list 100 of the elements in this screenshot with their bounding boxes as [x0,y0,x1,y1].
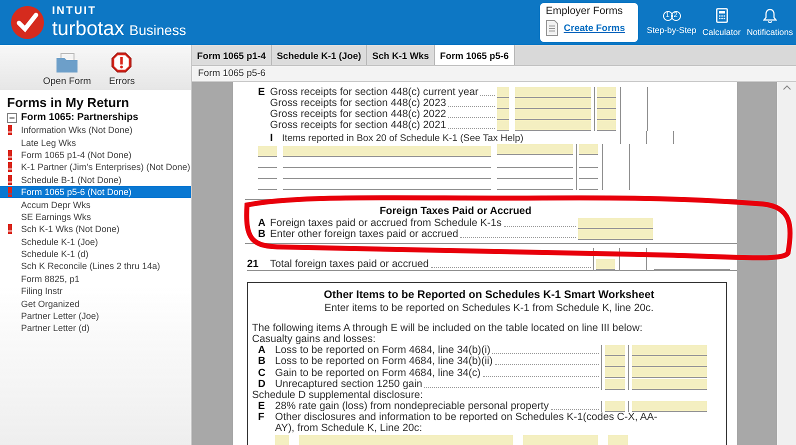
tree-item[interactable]: Partner Letter (d) [0,322,191,335]
entry-field[interactable] [579,144,598,155]
tree-item[interactable]: Information Wks (Not Done) [0,124,191,136]
entry-field[interactable] [497,120,509,131]
line-text: Loss to be reported on Form 4684, line 34(b)(i) [275,345,490,356]
entry-field[interactable] [515,120,591,131]
line-text: Total foreign taxes paid or accrued [270,259,429,270]
entry-field[interactable] [597,87,616,98]
collapse-icon[interactable] [7,113,17,123]
tree-item[interactable]: SE Earnings Wks [0,210,191,224]
section-title: Foreign Taxes Paid or Accrued [378,206,532,217]
entry-field[interactable] [578,229,653,240]
line-text: Gross receipts for section 448(c) 2022 [270,109,446,120]
notifications-bell-icon [762,8,777,23]
tree-item[interactable]: Partner Letter (Joe) [0,310,191,322]
tree-item[interactable]: Late Leg Wks [0,136,191,149]
line-letter: F [258,412,266,423]
line-text: Gross receipts for section 448(c) 2021 [270,120,446,131]
line-text: Items reported in Box 20 of Schedule K-1 (See Tax Help) [282,133,524,144]
entry-field[interactable] [578,218,653,229]
line-letter: B [258,229,267,240]
open-form-button[interactable]: Open Form [41,45,94,90]
line-text: Gross receipts for section 448(c) 2023 [270,98,446,109]
tree-item[interactable]: Schedule B-1 (Not Done) [0,174,191,186]
tree-group-label[interactable]: Form 1065: Partnerships [21,112,138,124]
tab[interactable]: Form 1065 p5-6 [434,45,515,65]
card-title: Employer Forms [546,5,624,17]
product-name: turbotax [52,19,124,39]
tree-item[interactable]: Form 8825, p1 [0,272,191,286]
notifications-button[interactable]: Notifications [744,4,796,42]
tree-item[interactable]: K-1 Partner (Jim's Enterprises) (Not Done) [0,161,191,174]
tree-item[interactable]: Schedule K-1 (Joe) [0,236,191,248]
scrollbar[interactable] [777,82,796,445]
tree-item[interactable]: Sch K-1 Wks (Not Done) [0,223,191,236]
entry-field[interactable] [497,87,509,98]
line-text: Enter other foreign taxes paid or accrued [270,229,458,240]
line-letter: E [258,87,266,98]
line-letter: C [258,368,267,379]
entry-field[interactable] [497,98,509,109]
entry-field[interactable] [299,434,513,445]
line-letter: D [258,378,267,390]
entry-field[interactable] [283,146,491,157]
error-octagon-icon [111,52,132,73]
entry-field[interactable] [275,434,289,445]
errors-button[interactable]: Errors [107,45,137,90]
entry-field[interactable] [605,400,625,412]
edition-name: Business [129,23,186,37]
entry-field[interactable] [597,120,616,131]
worksheet-title: Other Items to be Reported on Schedules K-1 Smart Worksheet [322,289,656,302]
entry-field[interactable] [515,98,591,109]
line-letter: E [258,400,266,412]
tree-item[interactable]: Sch K Reconcile (Lines 2 thru 14a) [0,260,191,273]
line-letter: A [258,345,267,356]
sidebar-title: Forms in My Return [7,95,130,110]
tree-item[interactable]: Schedule K-1 (d) [0,248,191,260]
line-letter: I [270,133,274,144]
entry-field[interactable] [497,109,509,120]
breadcrumb: Form 1065 p5-6 [192,66,796,82]
group-heading: Casualty gains and losses: [252,334,377,345]
entry-field[interactable] [605,367,625,378]
entry-field[interactable] [632,356,707,368]
tree-item[interactable]: Form 1065 p1-4 (Not Done) [0,148,191,162]
entry-field[interactable] [515,109,591,120]
entry-field[interactable] [597,98,616,109]
entry-field[interactable] [597,109,616,120]
calculator-button[interactable]: Calculator [699,4,744,42]
line-letter: B [258,356,267,368]
entry-field[interactable] [632,367,707,378]
entry-field[interactable] [258,146,277,157]
entry-field[interactable] [608,434,628,445]
document-icon [546,20,558,36]
brand-name: INTUIT [52,6,98,17]
line-text: Foreign taxes paid or accrued from Schedule K-1s [270,218,502,229]
tree-item[interactable]: Get Organized [0,297,191,310]
line-letter: A [258,218,267,229]
entry-field[interactable] [632,378,707,390]
scroll-up-icon[interactable] [782,85,790,90]
tree-item[interactable]: Form 1065 p5-6 (Not Done) [0,186,191,198]
entry-field[interactable] [596,259,615,270]
entry-field[interactable] [632,400,707,412]
entry-field[interactable] [523,434,598,445]
line-text: 28% rate gain (loss) from nondepreciable personal property [275,400,549,412]
worksheet-subtitle: Enter items to be reported on Schedules K-1 from Schedule K, line 20c. [323,302,655,315]
entry-field[interactable] [605,378,625,390]
entry-field[interactable] [605,356,625,368]
entry-field[interactable] [605,345,625,356]
line-text: Other disclosures and information to be reported on Schedules K-1(codes C-X, AA-AY), from Schedule K, Line 20c: [275,412,658,434]
entry-field[interactable] [515,87,591,98]
folder-icon [56,53,78,73]
line-text: Loss to be reported on Form 4684, line 34(b)(ii) [275,356,493,368]
worksheet-intro: The following items A through E will be included on the table located on line III below: [252,323,644,334]
line-text: Unrecaptured section 1250 gain [275,378,422,390]
group-heading: Schedule D supplemental disclosure: [252,390,424,401]
entry-field[interactable] [497,144,573,155]
create-forms-link[interactable]: Create Forms [564,22,626,34]
tree-item[interactable]: Accum Depr Wks [0,198,191,211]
calculator-icon [716,8,728,23]
tree-item[interactable]: Filing Instr [0,285,191,298]
entry-field[interactable] [632,345,707,356]
checkmark-logo-icon [11,6,44,39]
